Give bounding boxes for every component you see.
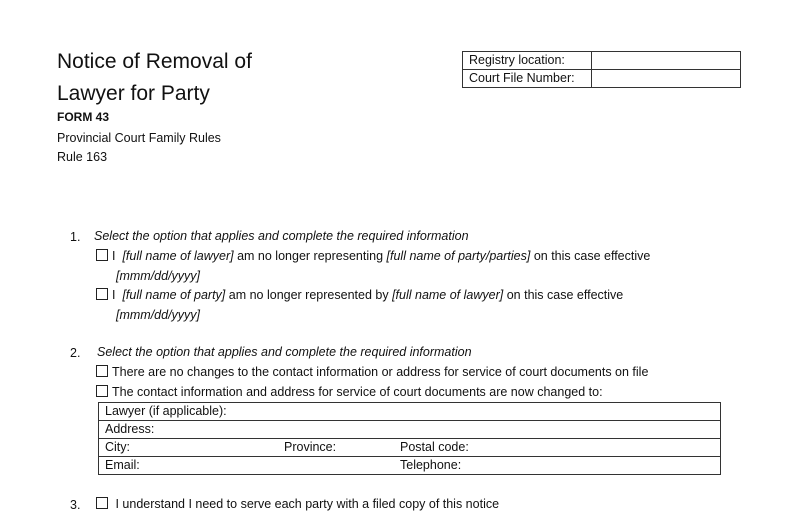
section1-option2-checkbox[interactable] — [96, 288, 108, 300]
opt2-date-placeholder[interactable]: [mmm/dd/yyyy] — [116, 308, 200, 322]
email-telephone-field[interactable]: Email: Telephone: — [98, 456, 721, 475]
section1-option1-checkbox[interactable] — [96, 249, 108, 261]
rules-reference: Provincial Court Family Rules Rule 163 — [57, 129, 221, 167]
section2-option2-checkbox[interactable] — [96, 385, 108, 397]
opt1-lawyer-placeholder[interactable]: [full name of lawyer] — [122, 249, 233, 263]
court-file-number-field[interactable] — [591, 69, 741, 88]
registry-location-row: Registry location: — [462, 51, 741, 70]
section1-number: 1. — [70, 230, 81, 244]
address-row: Address: — [98, 420, 721, 439]
opt2-lawyer-placeholder[interactable]: [full name of lawyer] — [392, 288, 503, 302]
section1-instruction-text: Select the option that applies and compl… — [94, 229, 469, 243]
section2-option2-text: The contact information and address for … — [112, 385, 603, 399]
city-label: City: — [105, 440, 130, 454]
section2-option1-checkbox[interactable] — [96, 365, 108, 377]
rule-number: Rule 163 — [57, 150, 108, 164]
section2-option2: The contact information and address for … — [96, 383, 603, 403]
lawyer-row: Lawyer (if applicable): — [98, 402, 721, 421]
email-row: Email: Telephone: — [98, 456, 721, 475]
section2-number: 2. — [70, 346, 81, 360]
opt2-party-placeholder[interactable]: [full name of party] — [122, 288, 225, 302]
city-province-postal-field[interactable]: City: Province: Postal code: — [98, 438, 721, 457]
province-label: Province: — [284, 440, 337, 454]
opt1-date-placeholder[interactable]: [mmm/dd/yyyy] — [116, 269, 200, 283]
section1-instruction: Select the option that applies and compl… — [94, 227, 469, 247]
postal-code-label: Postal code: — [400, 440, 469, 454]
opt2-mid-text: am no longer represented by — [228, 288, 389, 302]
section2-instruction-text: Select the option that applies and compl… — [97, 345, 472, 359]
opt1-party-placeholder[interactable]: [full name of party/parties] — [387, 249, 531, 263]
opt2-prefix: I — [112, 288, 116, 302]
opt1-suffix-text: on this case effective — [533, 249, 651, 263]
section3-checkbox[interactable] — [96, 497, 108, 509]
rules-name: Provincial Court Family Rules — [57, 131, 221, 145]
section2-instruction: Select the option that applies and compl… — [97, 343, 472, 363]
lawyer-field[interactable]: Lawyer (if applicable): — [98, 402, 721, 421]
registry-location-label: Registry location: — [462, 51, 592, 70]
section2-option1-text: There are no changes to the contact info… — [112, 365, 649, 379]
lawyer-label: Lawyer (if applicable): — [105, 404, 227, 418]
section1-option1: I [full name of lawyer] am no longer rep… — [96, 247, 706, 286]
opt2-suffix-text: on this case effective — [506, 288, 624, 302]
section1-option2: I [full name of party] am no longer repr… — [96, 286, 706, 325]
section3-item: I understand I need to serve each party … — [96, 495, 499, 515]
opt1-mid-text: am no longer representing — [237, 249, 384, 263]
form-title: Notice of Removal of Lawyer for Party — [57, 46, 252, 110]
email-label: Email: — [105, 458, 140, 472]
court-file-number-row: Court File Number: — [462, 69, 741, 88]
contact-info-table: Lawyer (if applicable): Address: City: P… — [98, 402, 721, 475]
section3-text: I understand I need to serve each party … — [115, 497, 500, 511]
section3-number: 3. — [70, 498, 81, 512]
registry-location-field[interactable] — [591, 51, 741, 70]
registry-table: Registry location: Court File Number: — [462, 51, 741, 88]
court-file-number-label: Court File Number: — [462, 69, 592, 88]
address-label: Address: — [105, 422, 155, 436]
form-title-line1: Notice of Removal of — [57, 50, 252, 73]
city-row: City: Province: Postal code: — [98, 438, 721, 457]
section2-option1: There are no changes to the contact info… — [96, 363, 648, 383]
form-number: FORM 43 — [57, 110, 110, 124]
address-field[interactable]: Address: — [98, 420, 721, 439]
opt1-prefix: I — [112, 249, 116, 263]
form-title-line2: Lawyer for Party — [57, 82, 210, 105]
telephone-label: Telephone: — [400, 458, 462, 472]
